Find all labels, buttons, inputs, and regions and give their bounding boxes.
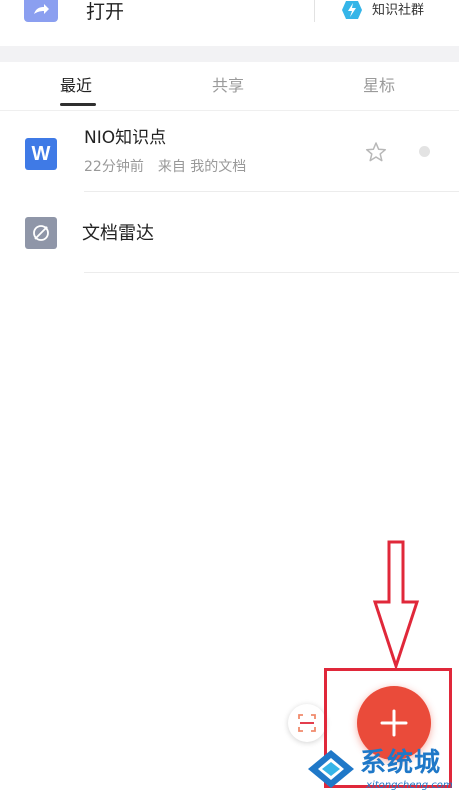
open-label[interactable]: 打开 <box>86 0 124 24</box>
file-name[interactable]: NIO知识点 <box>84 126 166 148</box>
tab-recent[interactable]: 最近 <box>60 74 92 98</box>
active-tab-indicator <box>60 103 96 106</box>
tab-starred[interactable]: 星标 <box>363 74 395 98</box>
file-meta: 22分钟前 来自 我的文档 <box>84 157 246 177</box>
section-divider <box>0 46 459 62</box>
star-icon[interactable] <box>365 141 387 163</box>
file-source: 来自 我的文档 <box>157 159 247 175</box>
document-radar-label[interactable]: 文档雷达 <box>82 222 154 246</box>
watermark-logo <box>306 748 356 790</box>
community-link[interactable]: 知识社群 <box>372 2 424 20</box>
scan-button[interactable] <box>288 704 326 742</box>
scan-icon <box>298 714 316 732</box>
watermark-url: xitongcheng.com <box>366 780 453 791</box>
watermark-name: 系统城 <box>360 748 442 778</box>
satellite-dish-icon <box>25 217 57 249</box>
divider <box>84 191 459 192</box>
more-options-icon[interactable] <box>419 146 430 157</box>
down-arrow-annotation <box>372 540 420 671</box>
divider <box>0 110 459 111</box>
share-arrow-icon <box>34 4 49 14</box>
lightning-icon[interactable] <box>341 0 363 20</box>
word-doc-icon: W <box>25 138 57 170</box>
tab-shared[interactable]: 共享 <box>212 74 244 98</box>
divider <box>84 272 459 273</box>
open-button-icon[interactable] <box>24 0 58 22</box>
file-time: 22分钟前 <box>84 159 144 175</box>
divider <box>314 0 315 22</box>
